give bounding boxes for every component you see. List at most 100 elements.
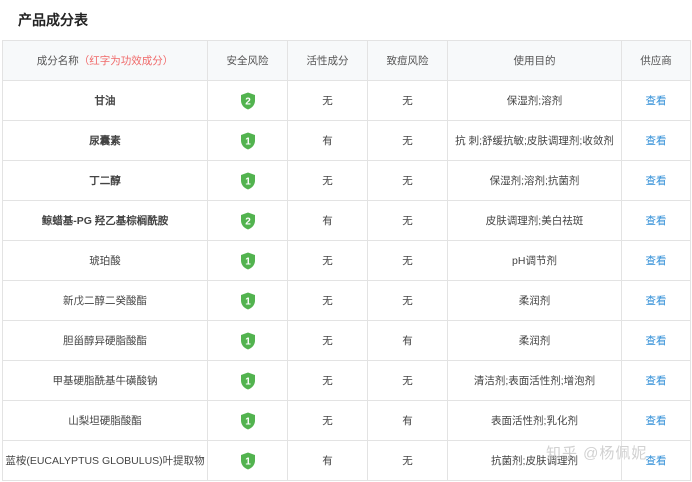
ingredient-name[interactable]: 丁二醇 xyxy=(2,160,208,201)
safety-score: 1 xyxy=(245,376,251,387)
purpose-cell: 柔润剂 xyxy=(447,320,622,361)
ingredient-name[interactable]: 山梨坦硬脂酸酯 xyxy=(2,400,208,441)
supplier-view-link[interactable]: 查看 xyxy=(646,415,667,427)
header-supplier: 供应商 xyxy=(621,40,691,81)
supplier-cell: 查看 xyxy=(621,200,691,241)
ingredient-name[interactable]: 鲸蜡基-PG 羟乙基棕榈酰胺 xyxy=(2,200,208,241)
active-cell: 无 xyxy=(287,280,368,321)
acne-risk-cell: 无 xyxy=(367,240,448,281)
supplier-cell: 查看 xyxy=(621,240,691,281)
acne-risk-cell: 无 xyxy=(367,360,448,401)
acne-risk-cell: 有 xyxy=(367,320,448,361)
safety-cell: 2 xyxy=(207,200,288,241)
shield-icon: 1 xyxy=(240,412,256,430)
purpose-cell: 清洁剂;表面活性剂;增泡剂 xyxy=(447,360,622,401)
ingredient-name[interactable]: 甘油 xyxy=(2,80,208,121)
safety-score: 1 xyxy=(245,176,251,187)
supplier-view-link[interactable]: 查看 xyxy=(646,255,667,267)
table-row: 琥珀酸 1 无无 pH调节剂 查看 xyxy=(2,240,691,281)
purpose-cell: 保湿剂;溶剂 xyxy=(447,80,622,121)
safety-score: 1 xyxy=(245,456,251,467)
acne-risk-cell: 无 xyxy=(367,120,448,161)
header-acne: 致痘风险 xyxy=(367,40,448,81)
supplier-cell: 查看 xyxy=(621,80,691,121)
acne-risk-cell: 有 xyxy=(367,400,448,441)
header-active: 活性成分 xyxy=(287,40,368,81)
shield-icon: 1 xyxy=(240,172,256,190)
ingredient-name[interactable]: 蓝桉(EUCALYPTUS GLOBULUS)叶提取物 xyxy=(2,440,208,481)
ingredient-name[interactable]: 新戊二醇二癸酸酯 xyxy=(2,280,208,321)
purpose-cell: 柔润剂 xyxy=(447,280,622,321)
shield-icon: 1 xyxy=(240,252,256,270)
safety-score: 2 xyxy=(245,96,251,107)
safety-cell: 1 xyxy=(207,280,288,321)
purpose-cell: 表面活性剂;乳化剂 xyxy=(447,400,622,441)
safety-cell: 1 xyxy=(207,120,288,161)
header-name-hint: （红字为功效成分） xyxy=(78,55,174,67)
table-header-row: 成分名称（红字为功效成分） 安全风险 活性成分 致痘风险 使用目的 供应商 xyxy=(2,40,691,81)
safety-score: 1 xyxy=(245,416,251,427)
supplier-view-link[interactable]: 查看 xyxy=(646,455,667,467)
shield-icon: 1 xyxy=(240,452,256,470)
table-row: 鲸蜡基-PG 羟乙基棕榈酰胺 2 有无皮肤调理剂;美白祛斑 查看 xyxy=(2,200,691,241)
page-title: 产品成分表 xyxy=(18,12,88,28)
acne-risk-cell: 无 xyxy=(367,280,448,321)
header-name-label: 成分名称 xyxy=(36,55,79,67)
active-cell: 无 xyxy=(287,360,368,401)
watermark: 知乎 @杨佩妮 xyxy=(546,445,648,462)
supplier-cell: 查看 xyxy=(621,120,691,161)
acne-risk-cell: 无 xyxy=(367,200,448,241)
acne-risk-cell: 无 xyxy=(367,160,448,201)
shield-icon: 1 xyxy=(240,372,256,390)
ingredient-name[interactable]: 尿囊素 xyxy=(2,120,208,161)
supplier-view-link[interactable]: 查看 xyxy=(646,335,667,347)
safety-score: 2 xyxy=(245,216,251,227)
active-cell: 有 xyxy=(287,440,368,481)
safety-cell: 2 xyxy=(207,80,288,121)
supplier-cell: 查看 xyxy=(621,360,691,401)
safety-cell: 1 xyxy=(207,400,288,441)
safety-cell: 1 xyxy=(207,320,288,361)
purpose-cell: 皮肤调理剂;美白祛斑 xyxy=(447,200,622,241)
active-cell: 有 xyxy=(287,120,368,161)
acne-risk-cell: 无 xyxy=(367,440,448,481)
safety-score: 1 xyxy=(245,256,251,267)
ingredient-name[interactable]: 琥珀酸 xyxy=(2,240,208,281)
shield-icon: 1 xyxy=(240,292,256,310)
ingredient-name[interactable]: 甲基硬脂酰基牛磺酸钠 xyxy=(2,360,208,401)
purpose-cell: 保湿剂;溶剂;抗菌剂 xyxy=(447,160,622,201)
table-row: 胆甾醇异硬脂酸酯 1 无有柔润剂 查看 xyxy=(2,320,691,361)
supplier-cell: 查看 xyxy=(621,400,691,441)
active-cell: 无 xyxy=(287,80,368,121)
supplier-view-link[interactable]: 查看 xyxy=(646,135,667,147)
supplier-view-link[interactable]: 查看 xyxy=(646,175,667,187)
supplier-view-link[interactable]: 查看 xyxy=(646,95,667,107)
supplier-cell: 查看 xyxy=(621,320,691,361)
active-cell: 无 xyxy=(287,400,368,441)
active-cell: 无 xyxy=(287,240,368,281)
shield-icon: 1 xyxy=(240,132,256,150)
shield-icon: 2 xyxy=(240,212,256,230)
table-row: 山梨坦硬脂酸酯 1 无有表面活性剂;乳化剂 查看 xyxy=(2,400,691,441)
active-cell: 无 xyxy=(287,320,368,361)
table-row: 丁二醇 1 无无保湿剂;溶剂;抗菌剂 查看 xyxy=(2,160,691,201)
header-purpose: 使用目的 xyxy=(447,40,622,81)
active-cell: 无 xyxy=(287,160,368,201)
table-row: 甲基硬脂酰基牛磺酸钠 1 无无清洁剂;表面活性剂;增泡剂 查看 xyxy=(2,360,691,401)
ingredient-name[interactable]: 胆甾醇异硬脂酸酯 xyxy=(2,320,208,361)
acne-risk-cell: 无 xyxy=(367,80,448,121)
ingredient-table: 成分名称（红字为功效成分） 安全风险 活性成分 致痘风险 使用目的 供应商 甘油… xyxy=(2,40,691,481)
supplier-view-link[interactable]: 查看 xyxy=(646,375,667,387)
purpose-cell: pH调节剂 xyxy=(447,240,622,281)
supplier-view-link[interactable]: 查看 xyxy=(646,215,667,227)
safety-score: 1 xyxy=(245,296,251,307)
shield-icon: 2 xyxy=(240,92,256,110)
safety-cell: 1 xyxy=(207,440,288,481)
shield-icon: 1 xyxy=(240,332,256,350)
active-cell: 有 xyxy=(287,200,368,241)
supplier-cell: 查看 xyxy=(621,280,691,321)
safety-cell: 1 xyxy=(207,360,288,401)
safety-score: 1 xyxy=(245,336,251,347)
supplier-cell: 查看 xyxy=(621,160,691,201)
supplier-view-link[interactable]: 查看 xyxy=(646,295,667,307)
